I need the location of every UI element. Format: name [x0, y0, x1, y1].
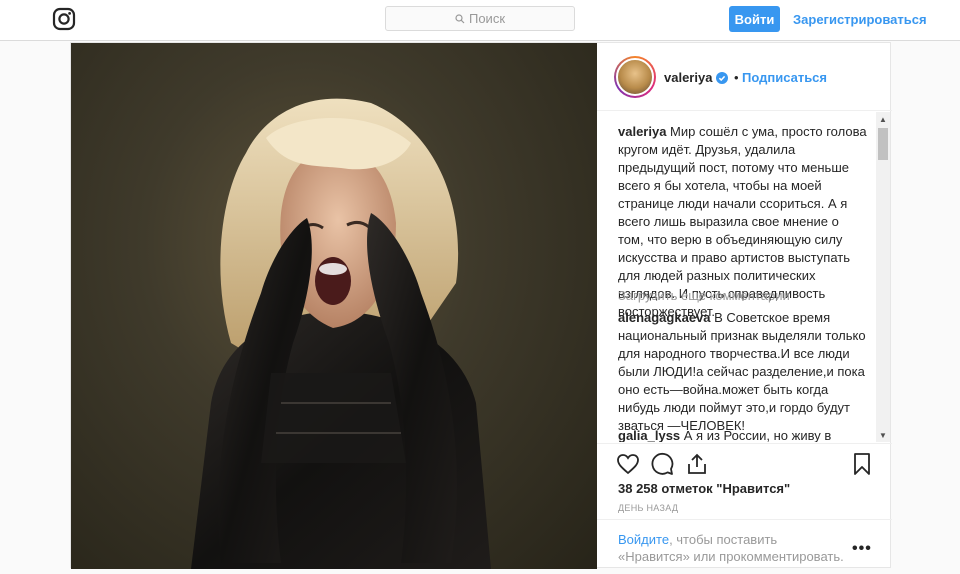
post-sidebar: valeriya • Подписаться valeriya Мир сошё…: [597, 43, 892, 569]
comment-text: В Советское время национальный признак в…: [618, 310, 866, 433]
top-bar: Поиск Войти Зарегистрироваться: [0, 0, 960, 41]
follow-button[interactable]: Подписаться: [742, 70, 827, 85]
comment-username[interactable]: alenagagkaeva: [618, 310, 711, 325]
search-icon: [455, 13, 465, 23]
comments-scrollbar[interactable]: ▲ ▼: [876, 112, 890, 442]
comment-username[interactable]: galia_lyss: [618, 428, 680, 442]
verified-badge-icon: [716, 71, 729, 84]
comment-item: galia_lyss А я из России, но живу в: [618, 427, 868, 442]
signup-link[interactable]: Зарегистрироваться: [793, 12, 927, 27]
like-count[interactable]: 38 258 отметок "Нравится": [618, 481, 790, 496]
comments-list: valeriya Мир сошёл с ума, просто голова …: [597, 112, 892, 442]
search-input[interactable]: Поиск: [385, 6, 575, 31]
login-prompt: Войдите, чтобы поставить «Нравится» или …: [597, 519, 892, 569]
comment-item: alenagagkaeva В Советское время национал…: [618, 309, 868, 435]
post-photo-illustration: [191, 98, 491, 569]
post-actions: [597, 443, 892, 483]
post-header: valeriya • Подписаться: [597, 43, 892, 111]
author-name[interactable]: valeriya: [664, 70, 712, 85]
scroll-up-icon[interactable]: ▲: [876, 112, 890, 126]
login-button[interactable]: Войти: [729, 6, 780, 32]
scroll-down-icon[interactable]: ▼: [876, 428, 890, 442]
instagram-logo-icon[interactable]: [52, 7, 76, 31]
bookmark-icon[interactable]: [850, 452, 874, 476]
share-icon[interactable]: [685, 452, 709, 476]
post-card: valeriya • Подписаться valeriya Мир сошё…: [70, 42, 892, 569]
author-username[interactable]: valeriya: [664, 70, 729, 85]
caption-username[interactable]: valeriya: [618, 124, 666, 139]
comment-icon[interactable]: [651, 452, 675, 476]
more-options-icon[interactable]: •••: [852, 540, 872, 558]
scroll-thumb[interactable]: [878, 128, 888, 160]
login-link[interactable]: Войдите: [618, 532, 669, 547]
search-placeholder: Поиск: [468, 11, 506, 26]
post-timestamp[interactable]: день назад: [618, 503, 678, 513]
avatar[interactable]: [614, 56, 656, 98]
separator-dot: •: [734, 70, 739, 85]
comment-text: А я из России, но живу в: [680, 428, 832, 442]
load-more-comments-link[interactable]: Загрузить еще комментарии: [618, 288, 790, 303]
login-prompt-text: Войдите, чтобы поставить «Нравится» или …: [618, 531, 848, 565]
post-photo[interactable]: [71, 43, 597, 569]
heart-icon[interactable]: [616, 452, 640, 476]
